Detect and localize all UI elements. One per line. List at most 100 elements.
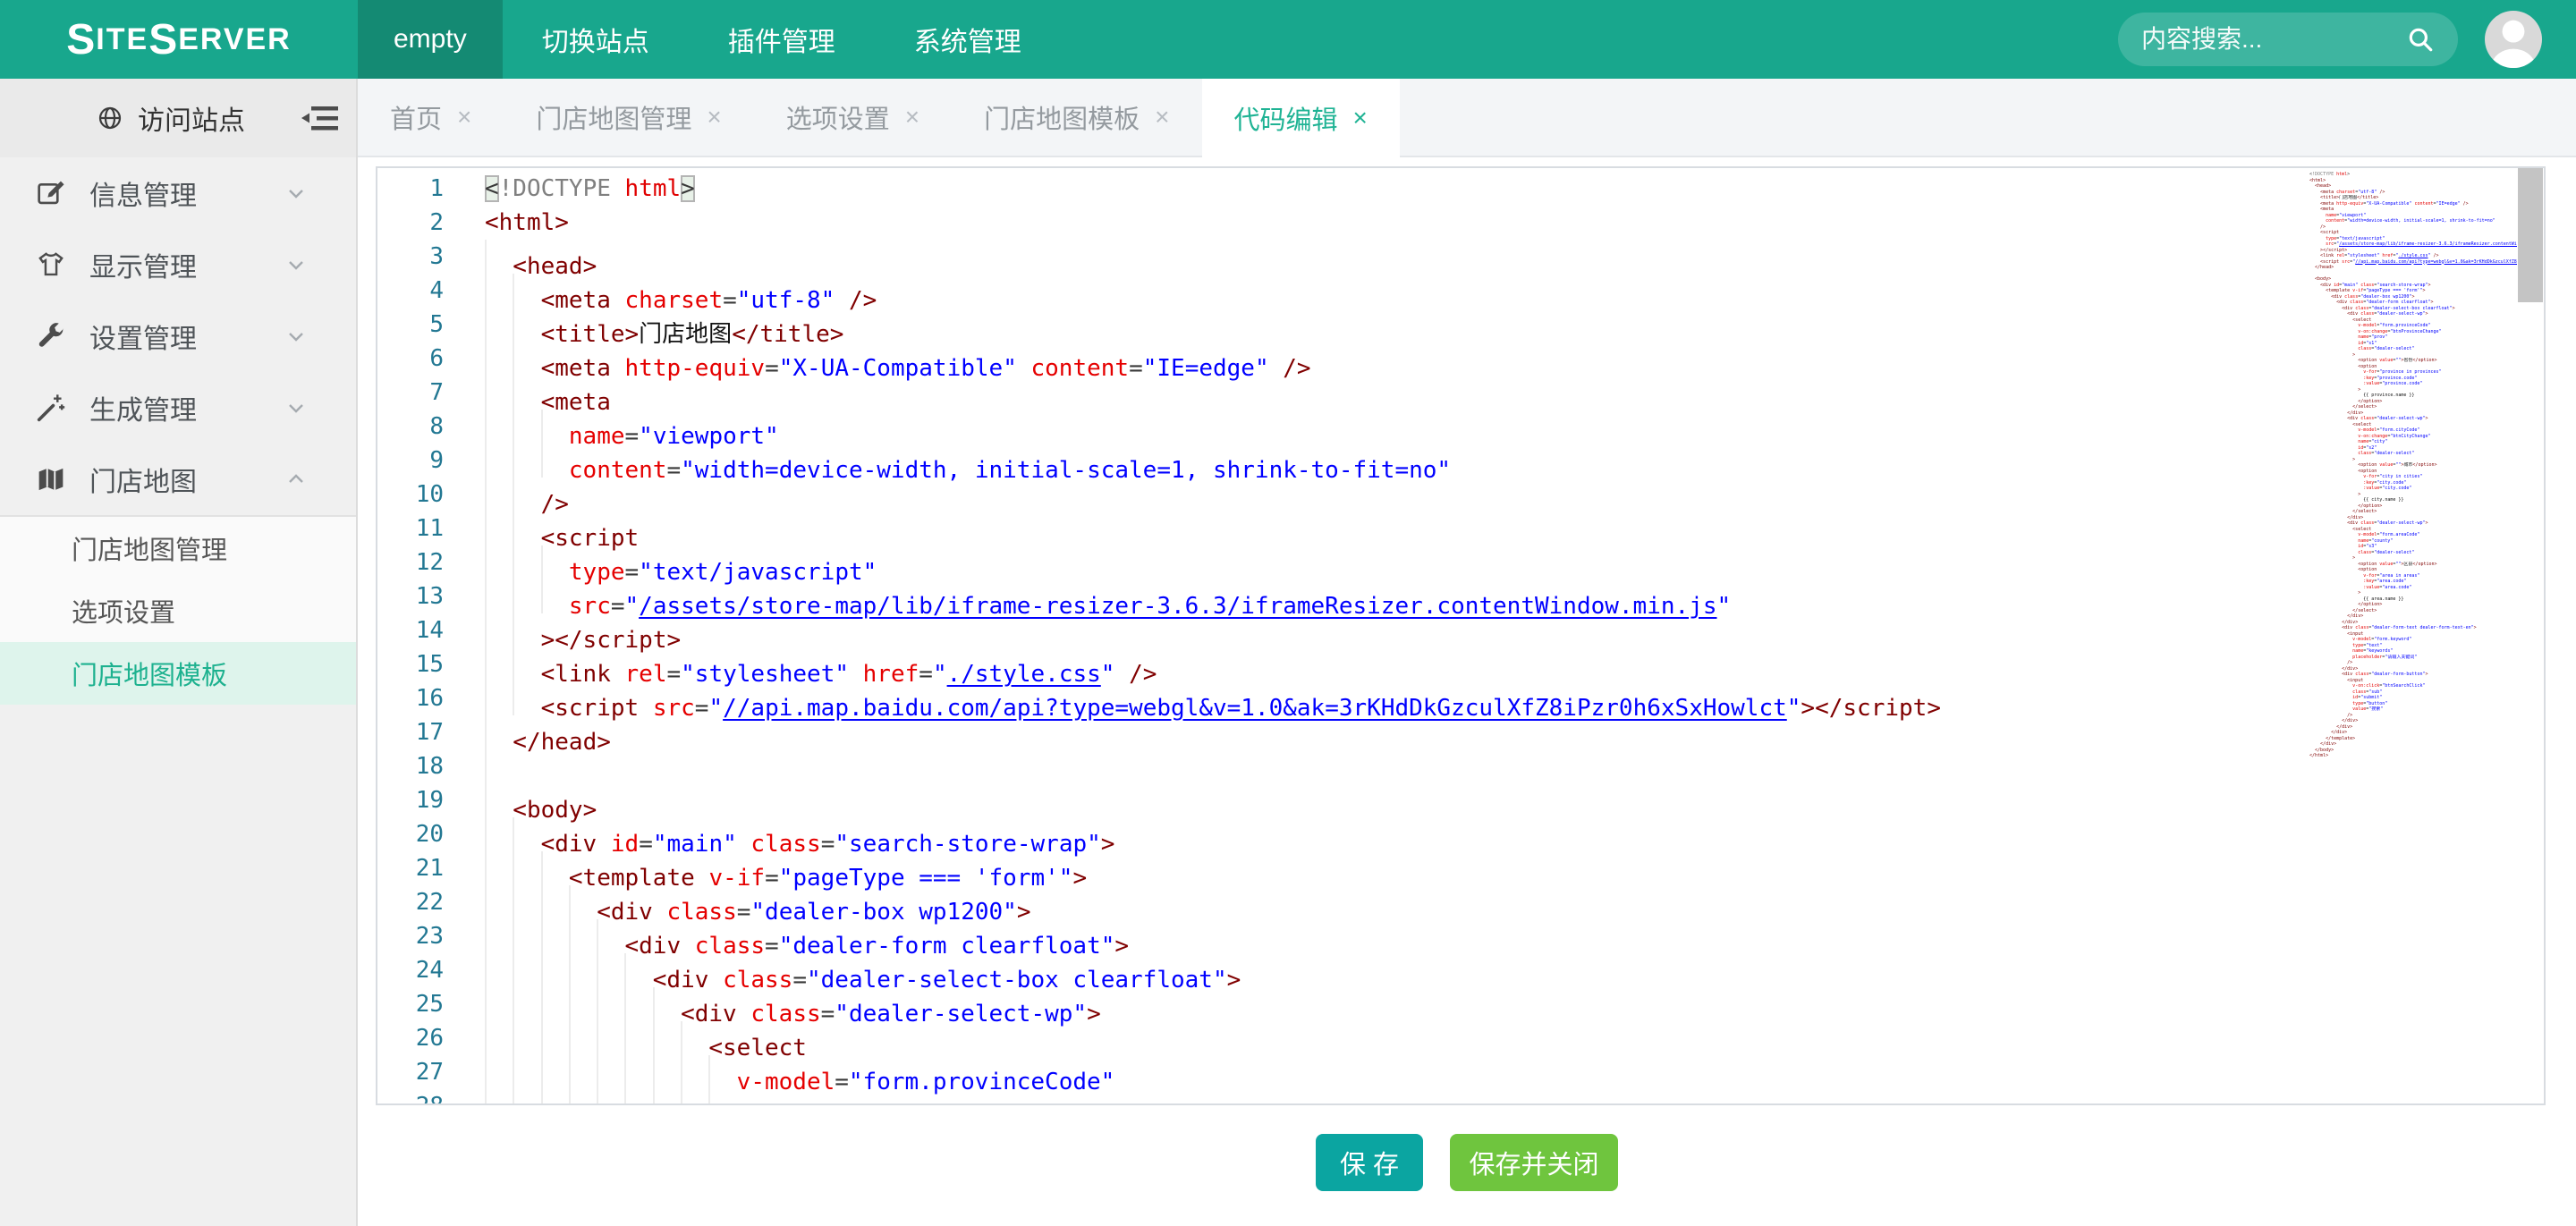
nav-site-tab[interactable]: empty bbox=[358, 0, 503, 79]
line-number: 2 bbox=[377, 206, 444, 240]
line-number: 12 bbox=[377, 545, 444, 579]
sidebar-item-settings-manage[interactable]: 设置管理 bbox=[0, 300, 356, 372]
sidebar-item-generate-manage[interactable]: 生成管理 bbox=[0, 372, 356, 444]
globe-icon bbox=[97, 105, 123, 131]
line-number: 13 bbox=[377, 579, 444, 613]
line-number: 28 bbox=[377, 1089, 444, 1103]
code-line: <meta http-equiv="X-UA-Compatible" conte… bbox=[485, 342, 2309, 376]
chevron-down-icon bbox=[285, 397, 307, 419]
scrollbar-thumb[interactable] bbox=[2518, 168, 2543, 302]
code-line: <template v-if="pageType === 'form'"> bbox=[485, 851, 2309, 885]
tab-option-settings[interactable]: 选项设置 × bbox=[754, 79, 952, 156]
nav-item-system-manage[interactable]: 系统管理 bbox=[875, 0, 1061, 79]
code-editor: 1234567891011121314151617181920212223242… bbox=[376, 166, 2546, 1105]
line-number: 8 bbox=[377, 410, 444, 444]
line-number: 24 bbox=[377, 953, 444, 987]
code-line: src="/assets/store-map/lib/iframe-resize… bbox=[485, 579, 2309, 613]
nav-item-switch-site[interactable]: 切换站点 bbox=[503, 0, 689, 79]
minimap-line: <script src="//api.map.baidu.com/api?typ… bbox=[2309, 259, 2517, 266]
tab-close-icon[interactable]: × bbox=[1353, 104, 1368, 132]
code-line: v-on:change="btnProvinceChange" bbox=[485, 1089, 2309, 1103]
sidebar-item-store-map[interactable]: 门店地图 bbox=[0, 444, 356, 515]
line-number: 20 bbox=[377, 817, 444, 851]
menu-collapse-icon[interactable] bbox=[301, 105, 340, 131]
sidebar-item-label: 门店地图 bbox=[89, 460, 197, 499]
save-button[interactable]: 保 存 bbox=[1316, 1134, 1423, 1191]
line-number: 19 bbox=[377, 783, 444, 817]
sidebar-subitem-store-map-template[interactable]: 门店地图模板 bbox=[0, 642, 356, 705]
code-line: <div class="dealer-form clearfloat"> bbox=[485, 919, 2309, 953]
user-icon bbox=[2485, 11, 2542, 68]
content-search-box bbox=[2118, 13, 2458, 66]
line-number: 5 bbox=[377, 308, 444, 342]
code-line: <script bbox=[485, 512, 2309, 545]
search-icon[interactable] bbox=[2406, 25, 2435, 54]
code-line: <head> bbox=[485, 240, 2309, 274]
tab-label: 门店地图管理 bbox=[536, 98, 691, 136]
tabbar: 首页×门店地图管理×选项设置×门店地图模板×代码编辑× bbox=[358, 79, 2576, 157]
code-line: <title>门店地图</title> bbox=[485, 308, 2309, 342]
code-line: v-model="form.provinceCode" bbox=[485, 1055, 2309, 1089]
code-line: <body> bbox=[485, 783, 2309, 817]
sidebar-item-info-manage[interactable]: 信息管理 bbox=[0, 157, 356, 229]
nav-item-plugin-manage[interactable]: 插件管理 bbox=[689, 0, 875, 79]
tab-store-map-template[interactable]: 门店地图模板 × bbox=[952, 79, 1201, 156]
visit-site-label: 访问站点 bbox=[138, 98, 245, 138]
sidebar-item-label: 显示管理 bbox=[89, 245, 197, 284]
code-line: <meta charset="utf-8" /> bbox=[485, 274, 2309, 308]
tab-close-icon[interactable]: × bbox=[905, 103, 919, 131]
code-line: <div class="dealer-box wp1200"> bbox=[485, 885, 2309, 919]
chevron-down-icon bbox=[285, 254, 307, 275]
line-number: 18 bbox=[377, 749, 444, 783]
line-number: 26 bbox=[377, 1021, 444, 1055]
tab-close-icon[interactable]: × bbox=[707, 103, 721, 131]
tshirt-icon bbox=[36, 249, 66, 280]
line-number: 23 bbox=[377, 919, 444, 953]
line-number: 6 bbox=[377, 342, 444, 376]
edit-icon bbox=[36, 178, 66, 208]
code-line: name="viewport" bbox=[485, 410, 2309, 444]
save-and-close-button[interactable]: 保存并关闭 bbox=[1450, 1134, 1618, 1191]
tab-close-icon[interactable]: × bbox=[457, 103, 471, 131]
sidebar-subitem-option-settings[interactable]: 选项设置 bbox=[0, 579, 356, 642]
tab-home[interactable]: 首页 × bbox=[358, 79, 504, 156]
tab-label: 门店地图模板 bbox=[984, 98, 1140, 136]
sidebar-item-display-manage[interactable]: 显示管理 bbox=[0, 229, 356, 300]
tab-label: 选项设置 bbox=[786, 98, 890, 136]
chevron-up-icon bbox=[285, 469, 307, 490]
sidebar-subitem-store-map-manage[interactable]: 门店地图管理 bbox=[0, 517, 356, 579]
wand-icon bbox=[36, 393, 66, 423]
line-number: 27 bbox=[377, 1055, 444, 1089]
editor-minimap[interactable]: <!DOCTYPE html><html> <head> <meta chars… bbox=[2309, 168, 2517, 1103]
nav-spacer bbox=[1061, 0, 2118, 79]
code-line bbox=[485, 749, 2309, 783]
code-line: <script src="//api.map.baidu.com/api?typ… bbox=[485, 681, 2309, 715]
line-number: 3 bbox=[377, 240, 444, 274]
siteserver-logo[interactable]: SITESERVER bbox=[0, 0, 358, 79]
code-line: <html> bbox=[485, 206, 2309, 240]
visit-site-header[interactable]: 访问站点 bbox=[0, 79, 356, 157]
editor-scrollbar[interactable] bbox=[2517, 168, 2544, 1103]
line-number: 11 bbox=[377, 512, 444, 545]
search-input[interactable] bbox=[2141, 25, 2406, 54]
minimap-line: content="width=device-width, initial-sca… bbox=[2309, 218, 2517, 224]
sidebar: 访问站点 信息管理显示管理设置管理生成管理门店地图门店地图管理选项设置门店地图模… bbox=[0, 79, 358, 1226]
line-number: 7 bbox=[377, 376, 444, 410]
sidebar-item-label: 生成管理 bbox=[89, 388, 197, 427]
tab-close-icon[interactable]: × bbox=[1155, 103, 1169, 131]
editor-gutter: 1234567891011121314151617181920212223242… bbox=[377, 168, 444, 1103]
line-number: 25 bbox=[377, 987, 444, 1021]
sidebar-item-label: 信息管理 bbox=[89, 173, 197, 213]
tab-store-map-manage[interactable]: 门店地图管理 × bbox=[504, 79, 753, 156]
tab-label: 首页 bbox=[390, 98, 442, 136]
page: { "navbar": { "logo": { "s1": "S", "ite"… bbox=[0, 0, 2576, 1226]
editor-code[interactable]: <!DOCTYPE html><html><head><meta charset… bbox=[444, 168, 2309, 1103]
code-line: <div class="dealer-select-wp"> bbox=[485, 987, 2309, 1021]
nav-items: 切换站点插件管理系统管理 bbox=[503, 0, 1061, 79]
tab-code-edit[interactable]: 代码编辑× bbox=[1202, 79, 1400, 157]
code-line: <div id="main" class="search-store-wrap"… bbox=[485, 817, 2309, 851]
code-line: <!DOCTYPE html> bbox=[485, 172, 2309, 206]
line-number: 9 bbox=[377, 444, 444, 478]
avatar[interactable] bbox=[2485, 11, 2542, 68]
submenu-store-map: 门店地图管理选项设置门店地图模板 bbox=[0, 515, 356, 705]
